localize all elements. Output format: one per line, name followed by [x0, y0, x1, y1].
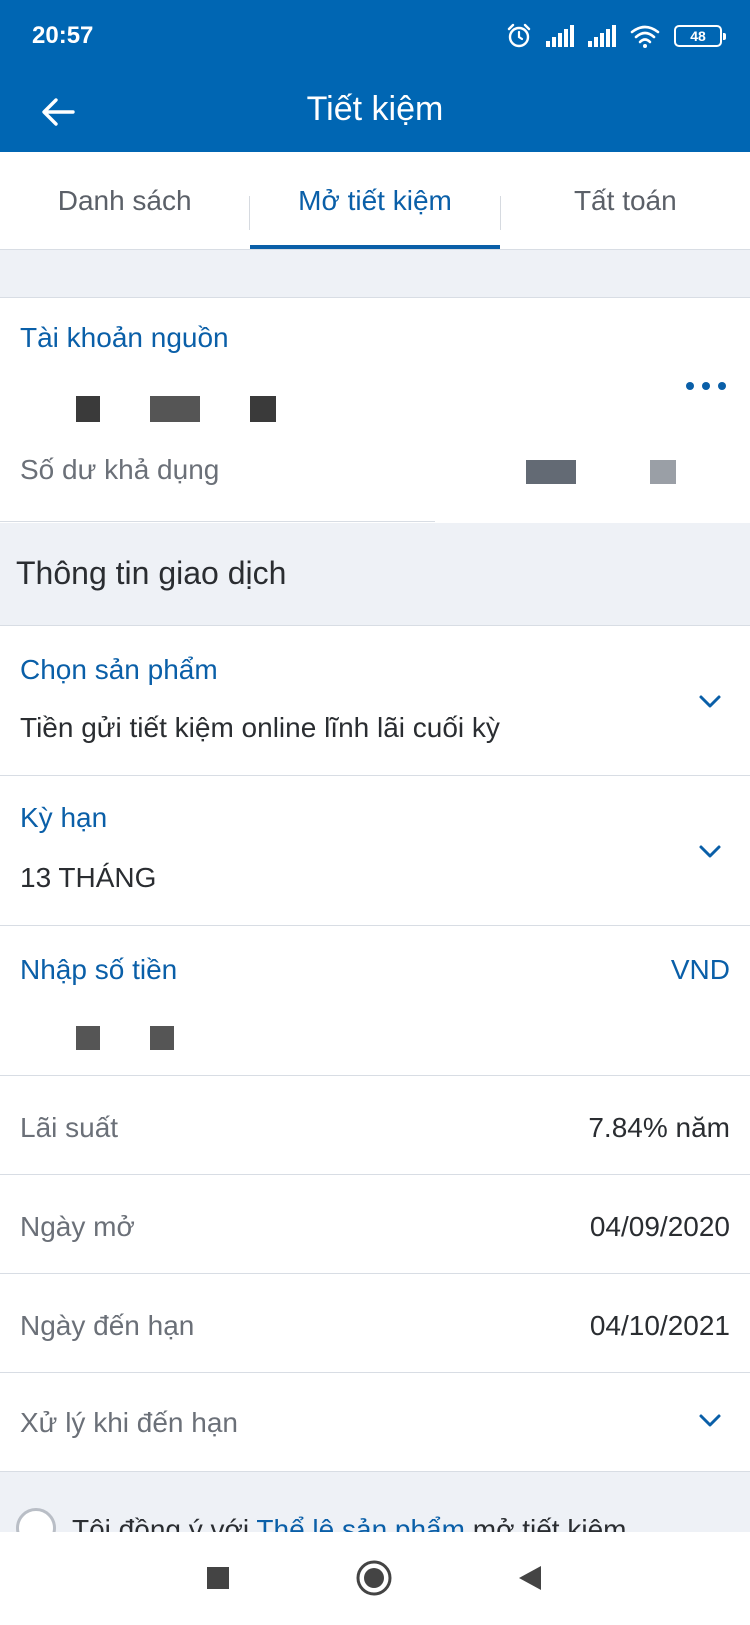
tab-tat-toan[interactable]: Tất toán [501, 152, 750, 249]
section-title: Thông tin giao dịch [16, 555, 287, 591]
signal-icon [546, 25, 574, 47]
source-account-label: Tài khoản nguồn [20, 322, 229, 353]
circle-icon [356, 1560, 392, 1596]
battery-level: 48 [690, 28, 706, 44]
dot-icon [718, 382, 726, 390]
open-date-value: 04/09/2020 [589, 1211, 730, 1242]
home-button[interactable] [352, 1556, 396, 1600]
interest-rate-row: Lãi suất 7.84% năm [0, 1076, 750, 1175]
dot-icon [702, 382, 710, 390]
app-header: Tiết kiệm [0, 72, 750, 152]
term-label: Kỳ hạn [20, 802, 108, 833]
due-date-value: 04/10/2021 [589, 1310, 730, 1341]
masked-digit [250, 396, 276, 422]
interest-rate-label: Lãi suất [20, 1112, 119, 1143]
signal-icon [588, 25, 616, 47]
masked-digit [650, 460, 676, 484]
balance-value [520, 458, 680, 488]
consent-row: Tôi đồng ý với Thể lệ sản phẩm mở tiết k… [0, 1472, 750, 1532]
system-nav-bar [0, 1532, 750, 1625]
more-options-button[interactable] [686, 382, 726, 390]
chevron-down-icon [699, 695, 721, 708]
source-account-card[interactable]: Tài khoản nguồn Số dư khả dụng [0, 298, 750, 523]
status-icons: 48 [506, 20, 726, 52]
due-date-row: Ngày đến hạn 04/10/2021 [0, 1274, 750, 1373]
spacer [0, 250, 750, 298]
product-terms-link[interactable]: Thể lệ sản phẩm [256, 1514, 465, 1532]
divider [0, 521, 435, 522]
dot-icon [686, 382, 694, 390]
product-label: Chọn sản phẩm [20, 654, 218, 685]
amount-input[interactable]: Nhập số tiền VND [0, 926, 750, 1076]
due-date-label: Ngày đến hạn [20, 1310, 195, 1341]
chevron-down-icon [699, 1414, 721, 1427]
term-select[interactable]: Kỳ hạn 13 THÁNG [0, 776, 750, 926]
term-value: 13 THÁNG [20, 862, 157, 893]
alarm-icon [507, 23, 531, 48]
open-date-row: Ngày mở 04/09/2020 [0, 1175, 750, 1274]
maturity-handling-label: Xử lý khi đến hạn [20, 1407, 238, 1438]
tab-bar: Danh sách Mở tiết kiệm Tất toán [0, 152, 750, 250]
masked-digit [150, 1026, 174, 1050]
interest-rate-value: 7.84% năm [588, 1112, 730, 1143]
masked-digit [150, 396, 200, 422]
square-icon [207, 1567, 229, 1589]
tab-danh-sach[interactable]: Danh sách [0, 152, 249, 249]
masked-digit [76, 396, 100, 422]
triangle-back-icon [519, 1566, 541, 1590]
balance-label: Số dư khả dụng [20, 454, 220, 485]
maturity-handling-select[interactable]: Xử lý khi đến hạn [0, 1373, 750, 1472]
open-date-label: Ngày mở [20, 1211, 135, 1242]
consent-prefix: Tôi đồng ý với [72, 1514, 257, 1532]
page-title: Tiết kiệm [306, 90, 444, 128]
section-header: Thông tin giao dịch [0, 523, 750, 626]
currency-label: VND [670, 954, 730, 985]
masked-digit [76, 1026, 100, 1050]
battery-icon: 48 [674, 25, 726, 47]
source-account-number [0, 368, 460, 428]
product-select[interactable]: Chọn sản phẩm Tiền gửi tiết kiệm online … [0, 626, 750, 776]
recents-button[interactable] [196, 1556, 240, 1600]
masked-digit [526, 460, 576, 484]
consent-text: Tôi đồng ý với Thể lệ sản phẩm mở tiết k… [72, 1514, 626, 1532]
consent-radio[interactable] [16, 1508, 56, 1532]
wifi-icon [630, 25, 660, 48]
status-bar: 20:57 48 [0, 0, 750, 72]
tab-mo-tiet-kiem[interactable]: Mở tiết kiệm [250, 152, 500, 249]
back-nav-button[interactable] [508, 1556, 552, 1600]
consent-suffix: mở tiết kiệm [464, 1514, 627, 1532]
chevron-down-icon [699, 845, 721, 858]
amount-label: Nhập số tiền [20, 954, 178, 985]
status-time: 20:57 [32, 22, 94, 49]
product-value: Tiền gửi tiết kiệm online lĩnh lãi cuối … [20, 712, 500, 743]
